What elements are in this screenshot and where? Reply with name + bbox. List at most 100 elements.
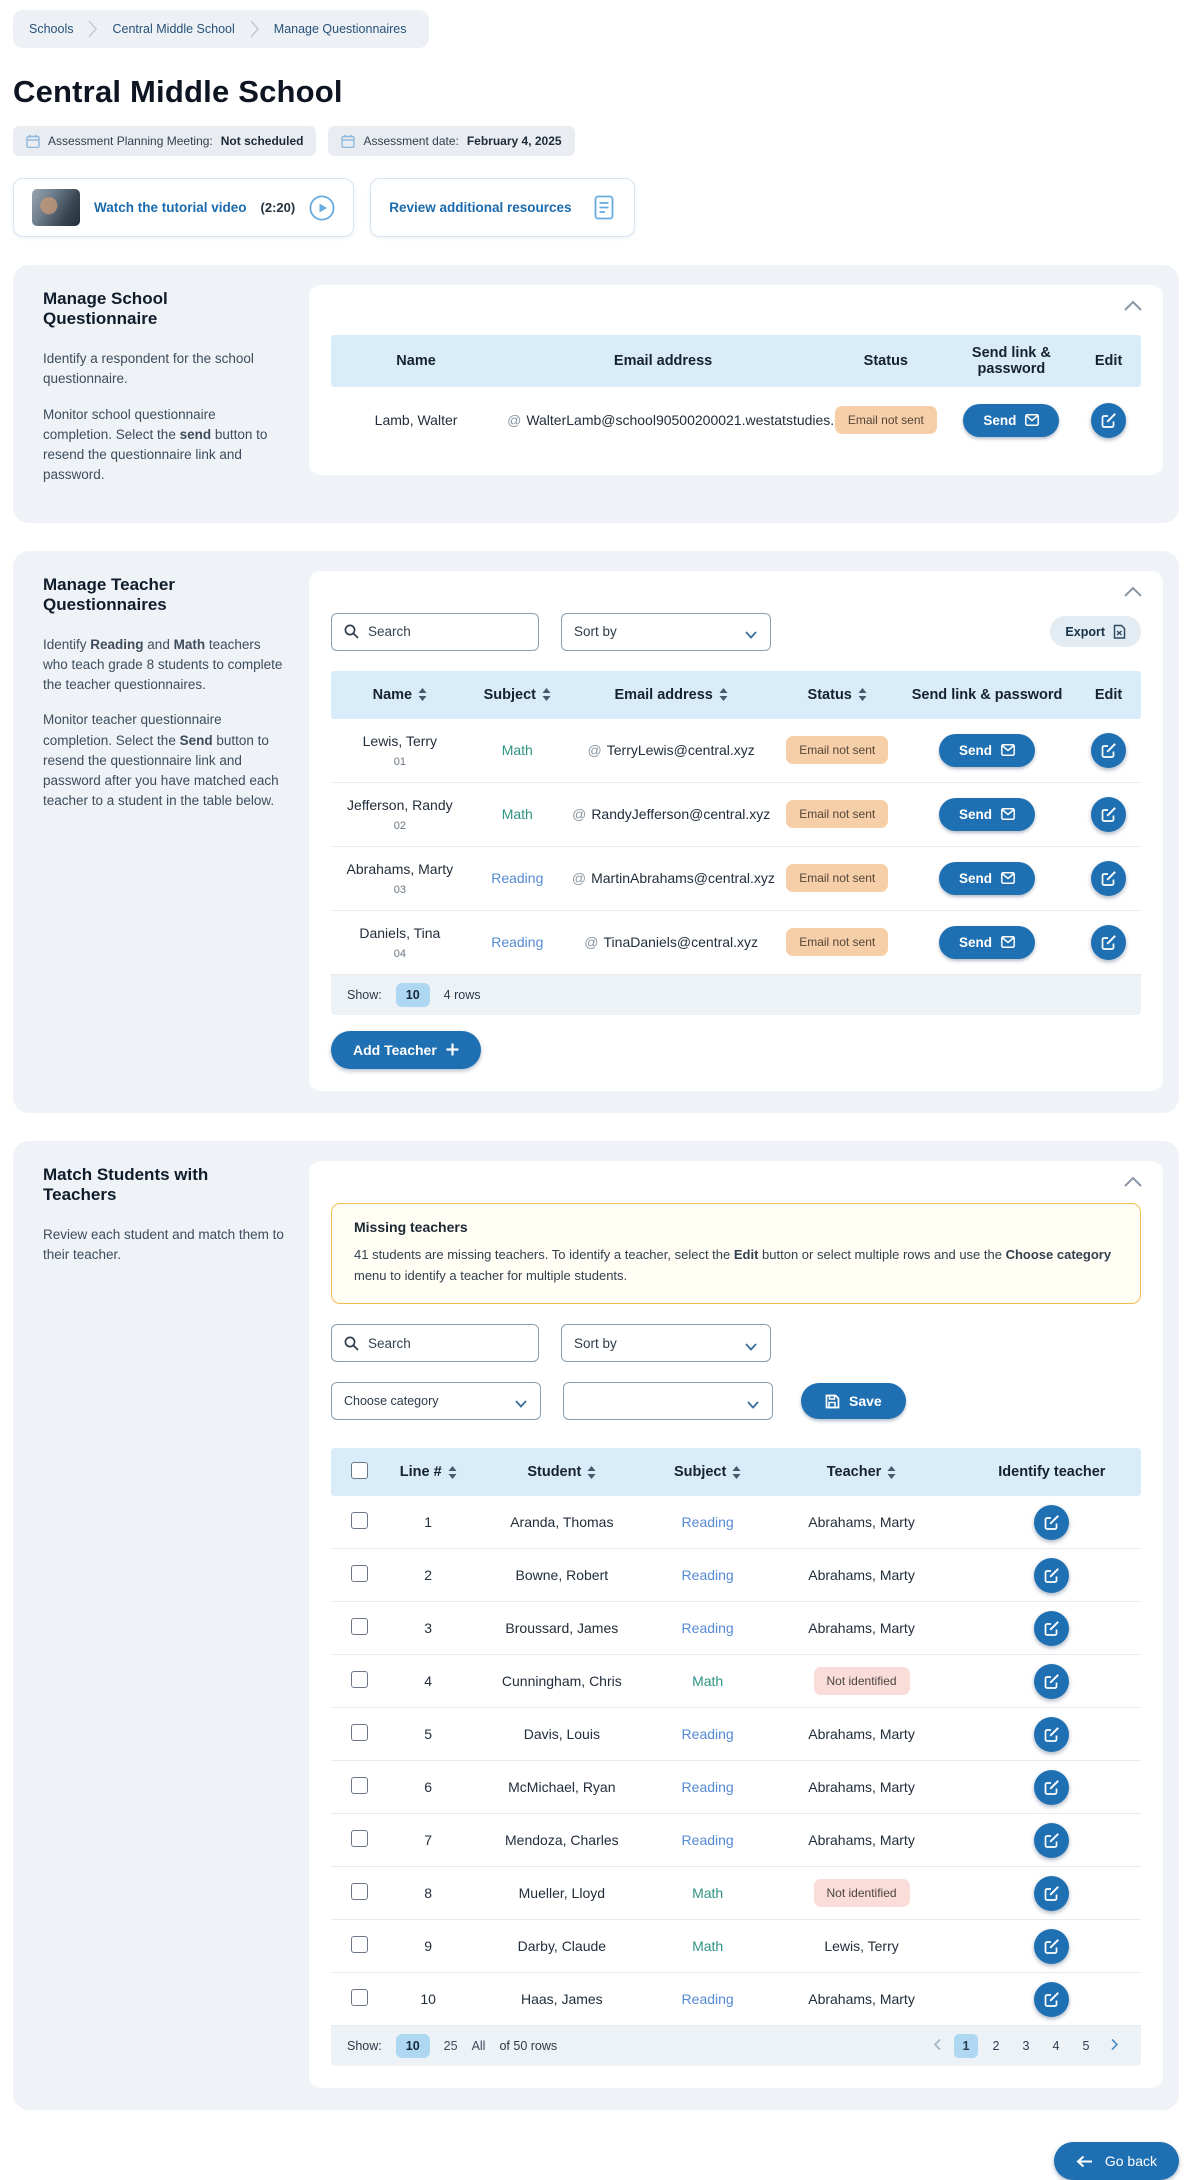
identify-teacher-button[interactable]: [1034, 1770, 1069, 1805]
student-name: Broussard, James: [469, 1616, 655, 1640]
identify-teacher-button[interactable]: [1034, 1823, 1069, 1858]
identify-teacher-button[interactable]: [1034, 1982, 1069, 2017]
sort-icon[interactable]: [542, 688, 551, 701]
row-checkbox[interactable]: [351, 1883, 368, 1900]
school-section-intro: Manage School Questionnaire Identify a r…: [31, 285, 309, 501]
sort-icon[interactable]: [587, 1466, 596, 1479]
tutorial-video-card[interactable]: Watch the tutorial video (2:20): [13, 178, 354, 237]
category-value-dropdown[interactable]: [563, 1382, 773, 1420]
row-checkbox[interactable]: [351, 1830, 368, 1847]
send-button[interactable]: Send: [939, 862, 1035, 895]
collapse-chevron-up-icon[interactable]: [1123, 585, 1143, 599]
row-checkbox[interactable]: [351, 1671, 368, 1688]
collapse-chevron-up-icon[interactable]: [1123, 1175, 1143, 1189]
col-header-line[interactable]: Line #: [388, 1460, 469, 1484]
student-name: Mueller, Lloyd: [469, 1881, 655, 1905]
col-header-status[interactable]: Status: [776, 683, 898, 707]
sort-icon[interactable]: [719, 688, 728, 701]
row-checkbox[interactable]: [351, 1724, 368, 1741]
col-header-teacher[interactable]: Teacher: [760, 1460, 963, 1484]
edit-pencil-icon: [1101, 806, 1117, 822]
show-label: Show:: [347, 2039, 382, 2053]
students-sort-dropdown[interactable]: Sort by: [561, 1324, 771, 1362]
additional-resources-card[interactable]: Review additional resources: [370, 178, 634, 237]
send-button[interactable]: Send: [939, 926, 1035, 959]
status-cell: Email not sent: [825, 402, 947, 438]
envelope-icon: [1001, 936, 1015, 948]
breadcrumb-central-middle-school[interactable]: Central Middle School: [112, 22, 234, 36]
row-checkbox[interactable]: [351, 1565, 368, 1582]
match-students-section: Match Students with Teachers Review each…: [13, 1141, 1179, 2111]
identify-teacher-button[interactable]: [1034, 1664, 1069, 1699]
page-size-10[interactable]: 10: [396, 2034, 430, 2058]
page-size-25[interactable]: 25: [444, 2039, 458, 2053]
at-symbol: @: [507, 412, 521, 428]
add-teacher-button[interactable]: Add Teacher: [331, 1031, 481, 1069]
teacher-search[interactable]: [331, 613, 539, 651]
page-size-10[interactable]: 10: [396, 983, 430, 1007]
additional-resources-link[interactable]: Review additional resources: [389, 200, 571, 215]
play-icon[interactable]: [309, 195, 335, 221]
col-header-email[interactable]: Email address: [566, 683, 777, 707]
edit-button[interactable]: [1091, 925, 1126, 960]
identify-teacher-button[interactable]: [1034, 1929, 1069, 1964]
teacher-sort-dropdown[interactable]: Sort by: [561, 613, 771, 651]
collapse-chevron-up-icon[interactable]: [1123, 299, 1143, 313]
breadcrumb-schools[interactable]: Schools: [29, 22, 73, 36]
select-all-checkbox[interactable]: [351, 1462, 368, 1479]
sort-icon[interactable]: [732, 1466, 741, 1479]
col-header-subject[interactable]: Subject: [469, 683, 566, 707]
sort-icon[interactable]: [418, 688, 427, 701]
identify-teacher-button[interactable]: [1034, 1505, 1069, 1540]
row-checkbox[interactable]: [351, 1777, 368, 1794]
identify-teacher-button[interactable]: [1034, 1611, 1069, 1646]
save-button[interactable]: Save: [801, 1383, 906, 1419]
edit-button[interactable]: [1091, 403, 1126, 438]
send-button[interactable]: Send: [939, 798, 1035, 831]
export-button[interactable]: Export: [1050, 616, 1141, 647]
row-checkbox[interactable]: [351, 1936, 368, 1953]
students-search-controls: Sort by: [331, 1324, 1141, 1362]
breadcrumb-manage-questionnaires[interactable]: Manage Questionnaires: [274, 22, 407, 36]
identify-teacher-button[interactable]: [1034, 1717, 1069, 1752]
page-4-button[interactable]: 4: [1044, 2034, 1068, 2058]
teacher-table: Name Subject Email address Status Send l…: [331, 671, 1141, 1015]
identify-teacher-button[interactable]: [1034, 1558, 1069, 1593]
page-1-button[interactable]: 1: [954, 2034, 978, 2058]
teacher-search-input[interactable]: [368, 624, 526, 639]
page-3-button[interactable]: 3: [1014, 2034, 1038, 2058]
teacher-subject: Math: [469, 738, 566, 762]
edit-button[interactable]: [1091, 861, 1126, 896]
school-section-desc-2: Monitor school questionnaire completion.…: [43, 405, 285, 486]
sort-icon[interactable]: [448, 1466, 457, 1479]
row-checkbox[interactable]: [351, 1618, 368, 1635]
row-checkbox[interactable]: [351, 1989, 368, 2006]
page-2-button[interactable]: 2: [984, 2034, 1008, 2058]
send-button[interactable]: Send: [963, 404, 1059, 437]
sort-icon[interactable]: [858, 688, 867, 701]
student-name: Mendoza, Charles: [469, 1828, 655, 1852]
students-search-input[interactable]: [368, 1336, 526, 1351]
tutorial-video-link[interactable]: Watch the tutorial video: [94, 200, 247, 215]
prev-page-button[interactable]: [927, 2038, 948, 2054]
row-checkbox[interactable]: [351, 1512, 368, 1529]
next-page-button[interactable]: [1104, 2038, 1125, 2054]
edit-button[interactable]: [1091, 733, 1126, 768]
edit-button[interactable]: [1091, 797, 1126, 832]
sort-icon[interactable]: [887, 1466, 896, 1479]
status-badge: Email not sent: [786, 736, 888, 764]
col-header-name[interactable]: Name: [331, 683, 469, 707]
student-subject: Reading: [655, 1722, 760, 1746]
send-button[interactable]: Send: [939, 734, 1035, 767]
status-cell: Email not sent: [776, 732, 898, 768]
table-row: Lamb, Walter @WalterLamb@school905002000…: [331, 387, 1141, 453]
page-size-all[interactable]: All: [472, 2039, 486, 2053]
identify-teacher-button[interactable]: [1034, 1876, 1069, 1911]
col-header-subject[interactable]: Subject: [655, 1460, 760, 1484]
go-back-button[interactable]: Go back: [1054, 2142, 1179, 2180]
table-row: 10 Haas, James Reading Abrahams, Marty: [331, 1973, 1141, 2026]
col-header-student[interactable]: Student: [469, 1460, 655, 1484]
page-5-button[interactable]: 5: [1074, 2034, 1098, 2058]
choose-category-dropdown[interactable]: Choose category: [331, 1382, 541, 1420]
students-search[interactable]: [331, 1324, 539, 1362]
